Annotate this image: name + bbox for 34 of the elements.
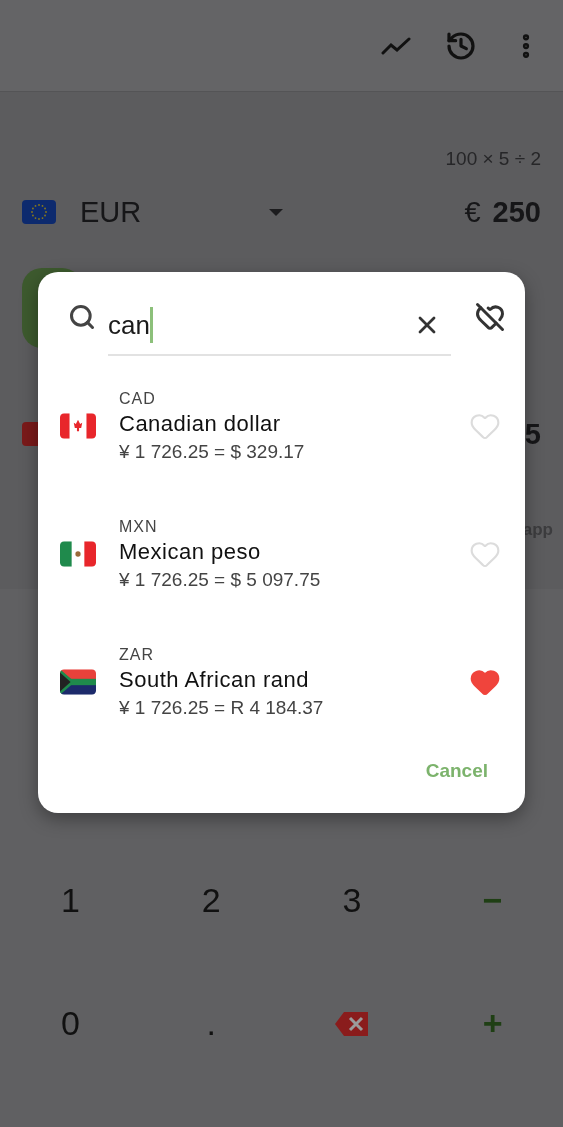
- backspace-icon[interactable]: [333, 1009, 370, 1038]
- currency-name: Canadian dollar: [119, 410, 282, 437]
- flag-icon: [60, 541, 96, 567]
- operator-key[interactable]: −: [422, 839, 563, 962]
- currency-code[interactable]: EUR: [80, 195, 142, 229]
- heart-off-icon[interactable]: [475, 302, 505, 332]
- keypad-key[interactable]: 0: [0, 962, 141, 1085]
- keypad-key[interactable]: 1: [0, 839, 141, 962]
- currency-code: CAD: [119, 389, 157, 408]
- currency-item[interactable]: CAD Canadian dollar ¥ 1 726.25 = $ 329.17: [38, 362, 525, 490]
- flag-icon: [22, 200, 56, 224]
- operator-key[interactable]: +: [422, 962, 563, 1085]
- conversion-text: ¥ 1 726.25 = R 4 184.37: [119, 696, 325, 719]
- currency-name: South African rand: [119, 666, 310, 693]
- conversion-text: ¥ 1 726.25 = $ 5 097.75: [119, 568, 322, 591]
- currency-name: Mexican peso: [119, 538, 262, 565]
- flag-icon: [60, 413, 96, 439]
- currency-code: MXN: [119, 517, 159, 536]
- currency-code: ZAR: [119, 645, 155, 664]
- keypad-key[interactable]: .: [140, 962, 282, 1085]
- conversion-text: ¥ 1 726.25 = $ 329.17: [119, 440, 306, 463]
- search-icon: [68, 303, 96, 331]
- line-chart-icon[interactable]: [381, 35, 411, 56]
- currency-item[interactable]: ZAR South African rand ¥ 1 726.25 = R 4 184.37: [38, 618, 525, 746]
- amount-text: 5: [524, 417, 541, 451]
- keypad-key[interactable]: 3: [281, 839, 423, 962]
- keypad-key[interactable]: 2: [140, 839, 282, 962]
- amount-text: € 250: [464, 195, 541, 229]
- cancel-button[interactable]: Cancel: [421, 756, 492, 786]
- flag-icon: [60, 669, 96, 695]
- search-field[interactable]: can: [108, 296, 451, 356]
- currency-item[interactable]: MXN Mexican peso ¥ 1 726.25 = $ 5 097.75: [38, 490, 525, 618]
- dropdown-caret-icon[interactable]: [269, 208, 284, 216]
- history-icon[interactable]: [445, 29, 477, 62]
